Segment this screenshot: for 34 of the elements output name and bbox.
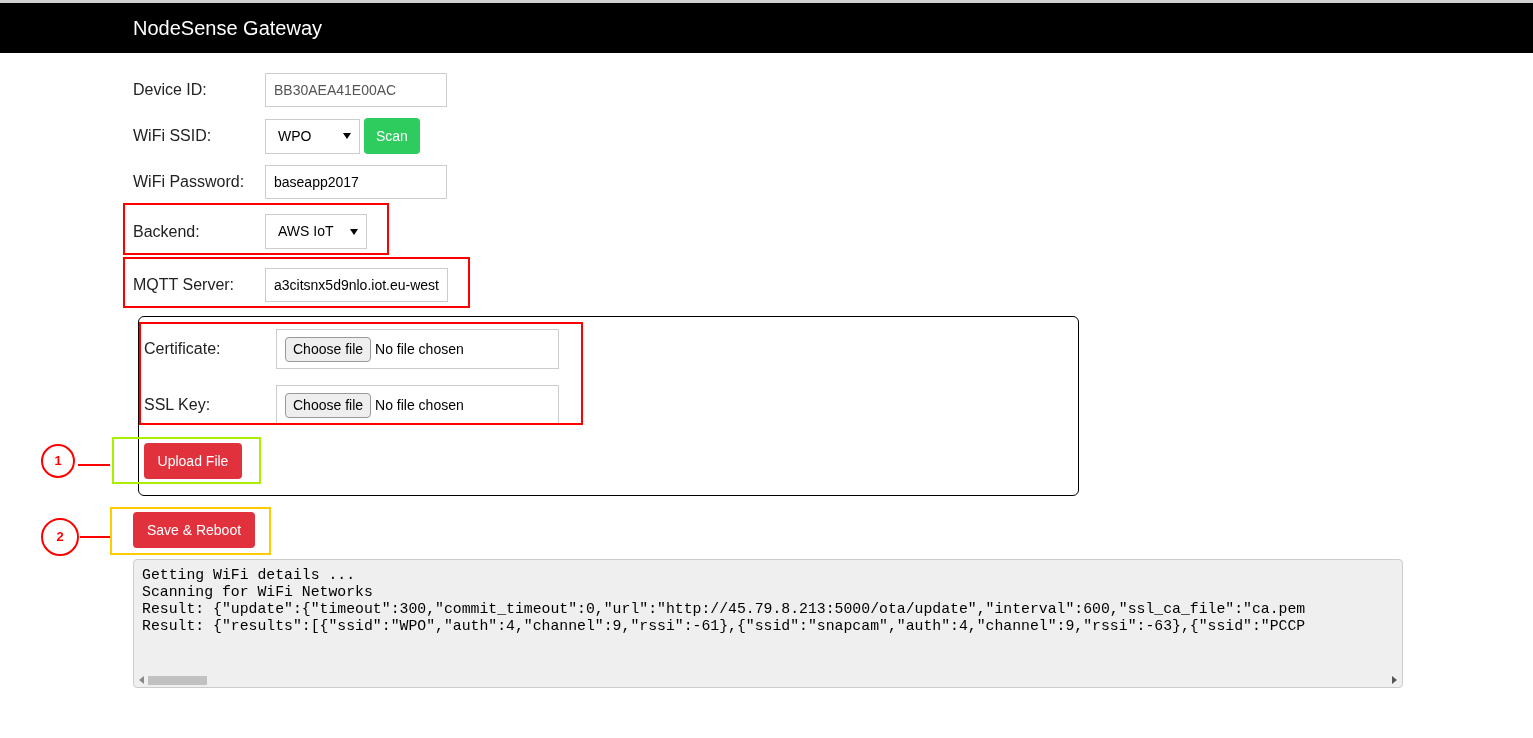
file-input[interactable]: Choose file No file chosen xyxy=(276,329,559,369)
choose-file-button[interactable]: Choose file xyxy=(285,392,372,418)
field-label: WiFi Password: xyxy=(133,172,246,192)
input-field[interactable]: a3citsnx5d9nlo.iot.eu-west xyxy=(265,268,448,302)
field-label: SSL Key: xyxy=(144,395,212,415)
select-dropdown[interactable]: AWS IoT xyxy=(265,214,367,249)
file-status: No file chosen xyxy=(375,339,464,359)
field-label: Backend: xyxy=(133,221,201,242)
upload-button[interactable]: Upload File xyxy=(144,443,242,479)
log-line: Getting WiFi details ... xyxy=(142,567,357,584)
select-dropdown[interactable]: WPO xyxy=(265,118,360,154)
device-id-field[interactable]: BB30AEA41E00AC xyxy=(265,73,447,107)
leader-line xyxy=(80,536,110,538)
log-line: Result: {"results":[{"ssid":"WPO","auth":4,"channel":9,"rssi":-61},{"ssid":"snapcam","auth":4,"channel":9,"rssi":-63},{"ssid":"PCCP xyxy=(142,618,1307,635)
callout-number: 1 xyxy=(41,444,75,478)
choose-file-button[interactable]: Choose file xyxy=(285,336,372,362)
leader-line xyxy=(78,464,110,466)
callout-number: 2 xyxy=(41,518,79,556)
log-line: Result: {"update":{"timeout":300,"commit_timeout":0,"url":"http://45.79.8.213:5000/ota/update","interval":600,"ssl_ca_file":"ca.pem xyxy=(142,601,1307,618)
log-line: Scanning for WiFi Networks xyxy=(142,584,374,601)
scroll-left-icon[interactable] xyxy=(139,676,144,684)
field-label: WiFi SSID: xyxy=(133,126,213,146)
field-label: MQTT Server: xyxy=(133,275,236,295)
field-label: Certificate: xyxy=(144,339,222,359)
app-title: NodeSense Gateway xyxy=(133,16,322,41)
file-input[interactable]: Choose file No file chosen xyxy=(276,385,559,425)
field-label: Device ID: xyxy=(133,80,208,100)
caret-icon xyxy=(343,133,351,139)
scrollbar-thumb[interactable] xyxy=(148,675,207,685)
save-reboot-button[interactable]: Save & Reboot xyxy=(133,512,255,548)
file-status: No file chosen xyxy=(375,395,464,415)
caret-icon xyxy=(349,228,358,235)
scroll-right-icon[interactable] xyxy=(1392,676,1397,684)
input-field[interactable]: baseapp2017 xyxy=(265,165,447,199)
